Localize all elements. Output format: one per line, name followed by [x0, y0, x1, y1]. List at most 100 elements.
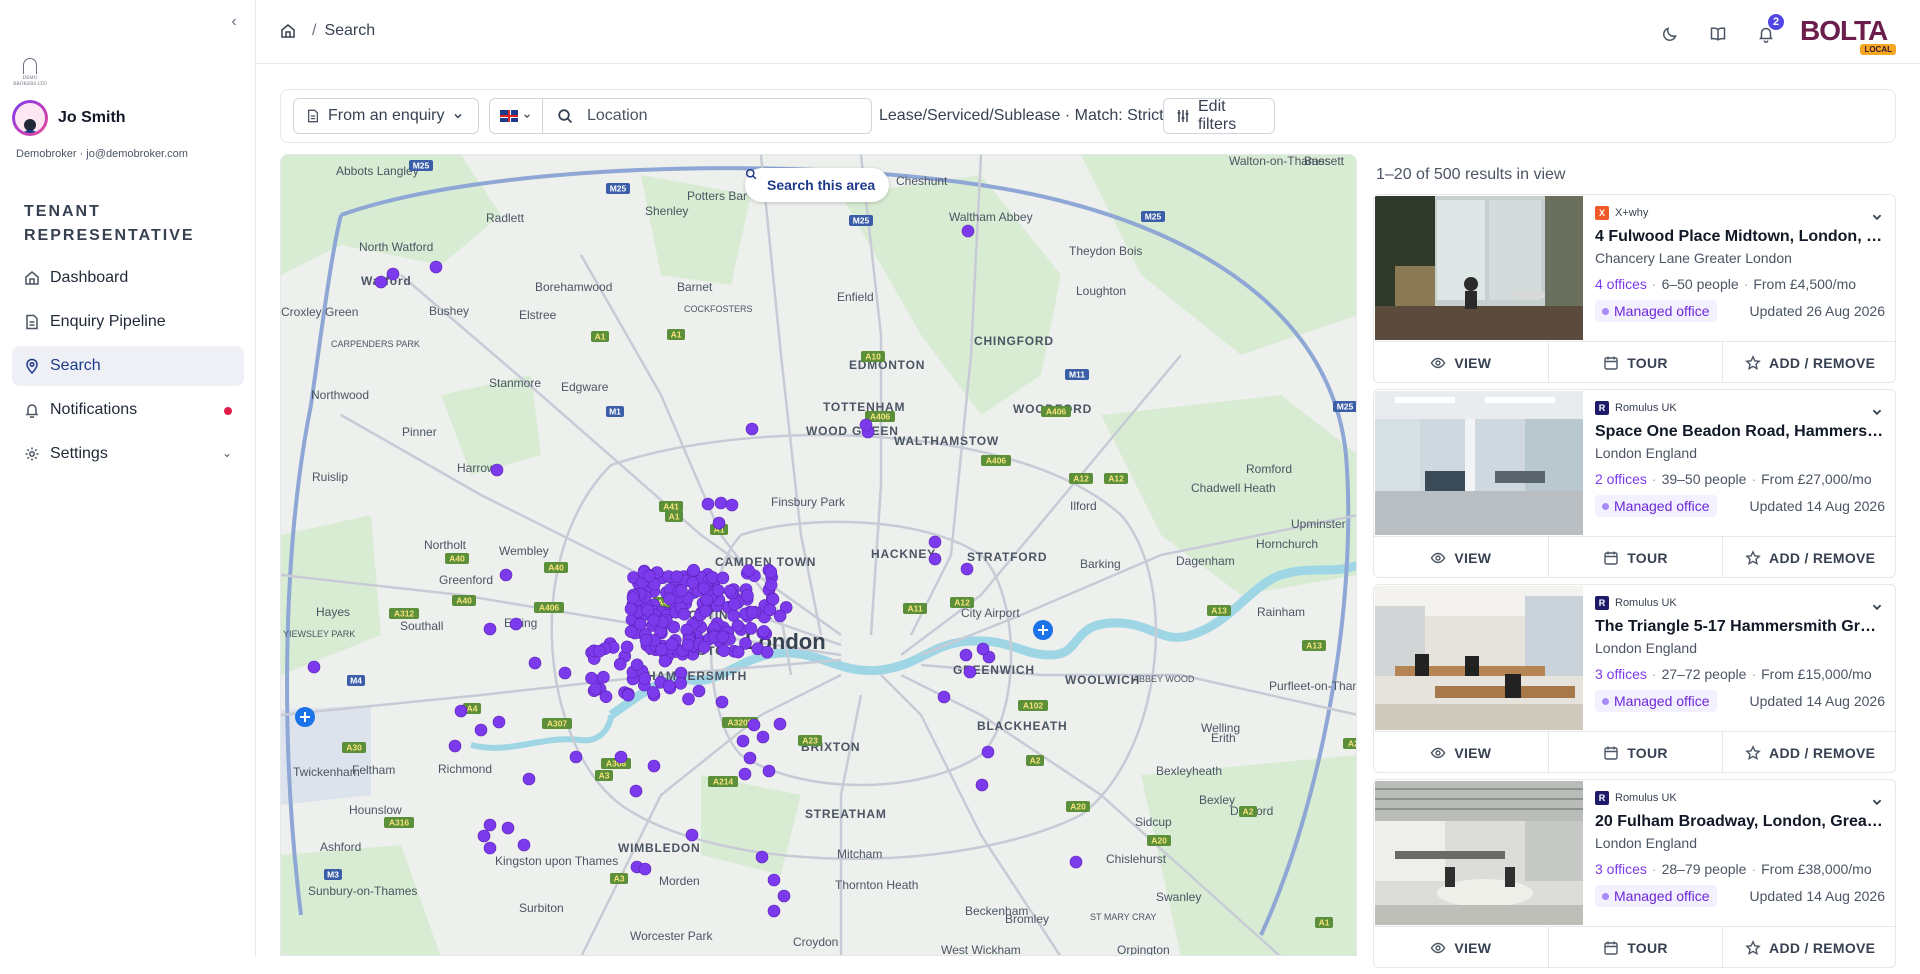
- listing-marker[interactable]: [692, 684, 706, 698]
- tour-button[interactable]: TOUR: [1549, 927, 1724, 967]
- tour-button[interactable]: TOUR: [1549, 732, 1724, 772]
- listing-photo[interactable]: [1375, 391, 1583, 535]
- listing-marker[interactable]: [558, 666, 572, 680]
- chevron-down-icon[interactable]: [1871, 211, 1883, 226]
- listing-marker[interactable]: [528, 656, 542, 670]
- listing-marker[interactable]: [483, 818, 497, 832]
- listing-marker[interactable]: [937, 690, 951, 704]
- listing-marker[interactable]: [569, 750, 583, 764]
- add-remove-button[interactable]: ADD / REMOVE: [1723, 537, 1895, 577]
- user-profile[interactable]: Jo Smith: [12, 100, 126, 136]
- listing-marker[interactable]: [757, 625, 771, 638]
- listing-marker[interactable]: [522, 772, 536, 786]
- listing-title[interactable]: The Triangle 5-17 Hammersmith Grove, Lon…: [1595, 618, 1885, 636]
- listing-marker[interactable]: [715, 695, 729, 709]
- from-enquiry-dropdown[interactable]: From an enquiry: [293, 98, 479, 134]
- listing-marker[interactable]: [763, 603, 777, 617]
- listing-marker[interactable]: [509, 617, 523, 631]
- sidebar-item-notifications[interactable]: Notifications: [12, 390, 244, 430]
- listing-marker[interactable]: [663, 592, 676, 606]
- listing-marker[interactable]: [517, 838, 531, 852]
- listing-marker[interactable]: [928, 535, 942, 549]
- sidebar-item-dashboard[interactable]: Dashboard: [12, 258, 244, 298]
- listing-marker[interactable]: [766, 592, 780, 606]
- map-canvas[interactable]: WatfordBusheyNorth WatfordAbbots Langley…: [281, 155, 1357, 956]
- listing-photo[interactable]: [1375, 781, 1583, 925]
- listing-marker[interactable]: [647, 613, 660, 627]
- listing-marker[interactable]: [642, 569, 656, 583]
- listing-marker[interactable]: [728, 597, 741, 611]
- home-breadcrumb-icon[interactable]: [280, 23, 296, 39]
- listing-marker[interactable]: [764, 578, 778, 592]
- listing-marker[interactable]: [629, 784, 643, 798]
- listing-marker[interactable]: [959, 648, 973, 662]
- listing-marker[interactable]: [492, 715, 506, 729]
- listing-marker[interactable]: [773, 717, 787, 731]
- listing-marker[interactable]: [483, 622, 497, 636]
- listing-marker[interactable]: [777, 889, 791, 903]
- listing-marker[interactable]: [613, 657, 627, 671]
- listing-marker[interactable]: [585, 671, 598, 685]
- listing-marker[interactable]: [474, 723, 488, 737]
- listing-marker[interactable]: [764, 565, 778, 579]
- listing-marker[interactable]: [741, 589, 754, 602]
- listing-marker[interactable]: [674, 676, 688, 690]
- listing-marker[interactable]: [682, 692, 695, 706]
- listing-marker[interactable]: [773, 609, 787, 623]
- listing-marker[interactable]: [670, 570, 684, 584]
- sidebar-item-settings[interactable]: Settings ⌄: [12, 434, 244, 474]
- listing-marker[interactable]: [630, 658, 644, 672]
- listing-marker[interactable]: [638, 862, 652, 876]
- location-input[interactable]: [587, 107, 847, 125]
- listing-marker[interactable]: [976, 642, 990, 656]
- listing-marker[interactable]: [716, 630, 730, 644]
- listing-marker[interactable]: [374, 275, 388, 289]
- listing-title[interactable]: 20 Fulham Broadway, London, Greater Lond…: [1595, 813, 1885, 831]
- listing-marker[interactable]: [697, 640, 711, 654]
- listing-marker[interactable]: [981, 745, 995, 759]
- listing-marker[interactable]: [677, 607, 691, 621]
- view-button[interactable]: VIEW: [1374, 927, 1549, 967]
- listing-marker[interactable]: [961, 224, 975, 238]
- listing-marker[interactable]: [731, 619, 745, 633]
- add-remove-button[interactable]: ADD / REMOVE: [1723, 732, 1895, 772]
- listing-marker[interactable]: [448, 739, 462, 753]
- listing-marker[interactable]: [747, 718, 761, 732]
- notifications-bell-icon[interactable]: 2: [1742, 14, 1790, 52]
- listing-card[interactable]: R Romulus UK The Triangle 5-17 Hammersmi…: [1373, 584, 1896, 773]
- brand-logo[interactable]: BOLTA LOCAL: [1800, 14, 1896, 55]
- listing-marker[interactable]: [599, 690, 613, 704]
- add-remove-button[interactable]: ADD / REMOVE: [1723, 342, 1895, 382]
- listing-marker[interactable]: [620, 640, 634, 654]
- listing-marker[interactable]: [647, 759, 661, 773]
- view-button[interactable]: VIEW: [1374, 732, 1549, 772]
- listing-marker[interactable]: [621, 688, 635, 702]
- view-button[interactable]: VIEW: [1374, 342, 1549, 382]
- listing-marker[interactable]: [675, 584, 688, 597]
- book-icon[interactable]: [1694, 16, 1742, 52]
- listing-card[interactable]: R Romulus UK 20 Fulham Broadway, London,…: [1373, 779, 1896, 968]
- listing-marker[interactable]: [483, 841, 497, 855]
- listing-marker[interactable]: [743, 751, 757, 765]
- listing-marker[interactable]: [744, 622, 758, 635]
- listing-marker[interactable]: [714, 496, 728, 510]
- dark-mode-icon[interactable]: [1646, 16, 1694, 52]
- listing-marker[interactable]: [762, 764, 776, 778]
- listing-marker[interactable]: [1069, 855, 1083, 869]
- listing-photo[interactable]: [1375, 196, 1583, 340]
- listing-marker[interactable]: [975, 778, 989, 792]
- listing-photo[interactable]: [1375, 586, 1583, 730]
- listing-marker[interactable]: [614, 750, 628, 764]
- listing-marker[interactable]: [760, 645, 774, 659]
- tour-button[interactable]: TOUR: [1549, 342, 1724, 382]
- listing-marker[interactable]: [633, 617, 647, 631]
- listing-marker[interactable]: [700, 593, 714, 607]
- listing-marker[interactable]: [589, 682, 603, 696]
- listing-marker[interactable]: [699, 604, 712, 618]
- listing-marker[interactable]: [731, 645, 745, 659]
- listing-marker[interactable]: [681, 638, 695, 652]
- listing-marker[interactable]: [928, 552, 942, 566]
- listing-marker[interactable]: [755, 850, 769, 864]
- map-view[interactable]: WatfordBusheyNorth WatfordAbbots Langley…: [280, 154, 1357, 956]
- listing-marker[interactable]: [767, 873, 781, 887]
